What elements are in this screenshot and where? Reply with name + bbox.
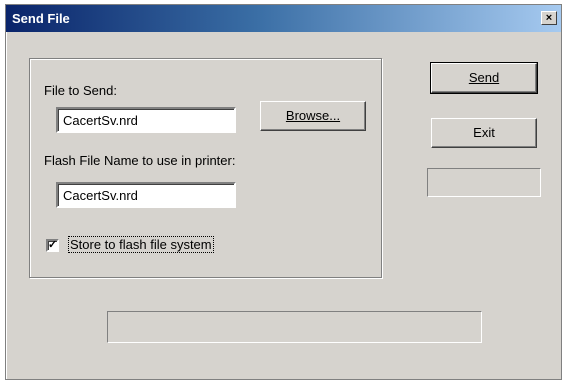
file-to-send-input[interactable]: CacertSv.nrd bbox=[56, 107, 236, 133]
exit-button[interactable]: Exit bbox=[431, 118, 537, 148]
browse-button-label: Browse... bbox=[285, 108, 341, 123]
title-bar[interactable]: Send File × bbox=[6, 5, 561, 32]
flash-file-name-label: Flash File Name to use in printer: bbox=[44, 153, 236, 168]
progress-bar bbox=[107, 311, 482, 343]
window-title: Send File bbox=[12, 11, 70, 26]
send-button-label: Send bbox=[468, 70, 500, 85]
file-to-send-label: File to Send: bbox=[44, 83, 117, 98]
status-field bbox=[427, 168, 541, 197]
store-to-flash-checkbox[interactable]: ✓ bbox=[46, 239, 59, 252]
send-file-dialog: Send File × File to Send: CacertSv.nrd B… bbox=[5, 4, 562, 380]
browse-button[interactable]: Browse... bbox=[260, 101, 366, 131]
flash-file-name-input[interactable]: CacertSv.nrd bbox=[56, 182, 236, 208]
exit-button-label: Exit bbox=[473, 125, 495, 140]
close-icon[interactable]: × bbox=[541, 11, 557, 25]
store-to-flash-label[interactable]: Store to flash file system bbox=[68, 236, 214, 253]
send-options-group: File to Send: CacertSv.nrd Browse... Fla… bbox=[29, 58, 382, 278]
send-button[interactable]: Send bbox=[430, 62, 538, 94]
